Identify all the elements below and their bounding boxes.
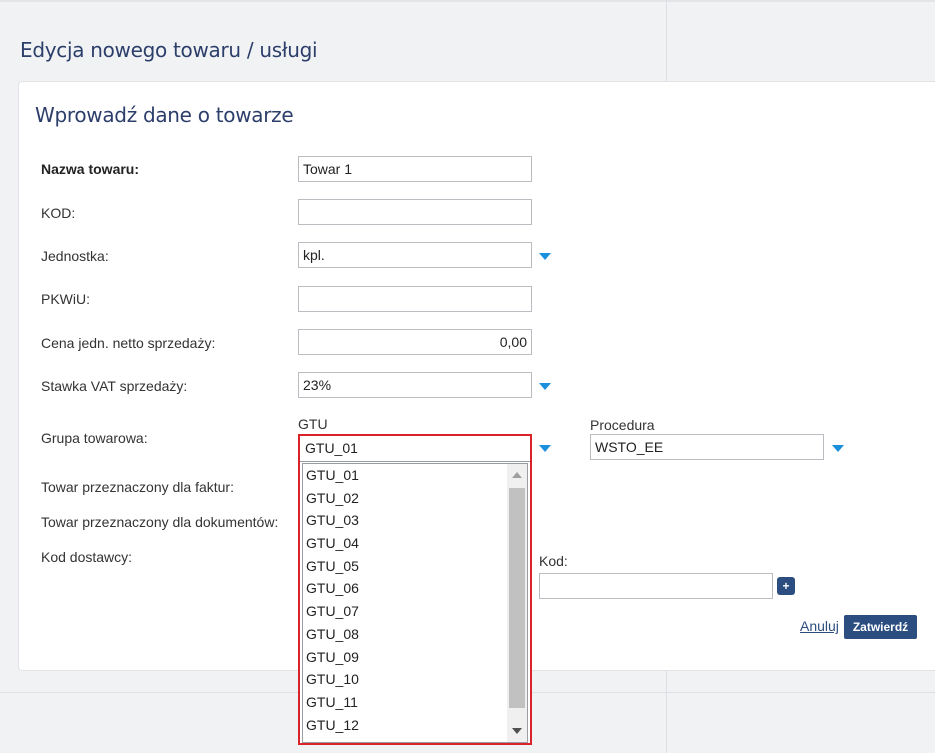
unit-label: Jednostka: bbox=[41, 248, 109, 264]
price-input[interactable]: 0,00 bbox=[298, 329, 532, 355]
procedure-label: Procedura bbox=[590, 417, 655, 433]
pkwiu-input[interactable] bbox=[298, 286, 532, 312]
supplier-code-label: Kod dostawcy: bbox=[41, 549, 133, 565]
for-documents-label: Towar przeznaczony dla dokumentów: bbox=[41, 514, 279, 530]
gtu-option[interactable]: GTU_12 bbox=[303, 714, 509, 737]
for-invoices-label: Towar przeznaczony dla faktur: bbox=[41, 479, 234, 495]
add-supplier-code-button[interactable]: + bbox=[777, 577, 795, 595]
gtu-dropdown[interactable]: GTU_01 GTU_01 GTU_02 GTU_03 GTU_04 GTU_05 GTU… bbox=[298, 434, 532, 745]
vat-dropdown-arrow-icon[interactable] bbox=[539, 383, 551, 390]
gtu-option[interactable]: GTU_09 bbox=[303, 646, 509, 669]
name-label: Nazwa towaru: bbox=[41, 161, 140, 177]
kod-label: Kod: bbox=[539, 553, 568, 569]
gtu-option[interactable]: GTU_07 bbox=[303, 600, 509, 623]
code-input[interactable] bbox=[298, 199, 532, 225]
gtu-option[interactable]: GTU_02 bbox=[303, 487, 509, 510]
unit-select[interactable]: kpl. bbox=[298, 242, 532, 268]
procedure-select[interactable]: WSTO_EE bbox=[590, 434, 824, 460]
name-input[interactable]: Towar 1 bbox=[298, 156, 532, 182]
gtu-option[interactable]: GTU_13 bbox=[303, 736, 509, 742]
group-label: Grupa towarowa: bbox=[41, 430, 148, 446]
page-title: Edycja nowego towaru / usługi bbox=[20, 38, 318, 62]
vat-label: Stawka VAT sprzedaży: bbox=[41, 378, 188, 394]
unit-dropdown-arrow-icon[interactable] bbox=[539, 253, 551, 260]
gtu-options: GTU_01 GTU_02 GTU_03 GTU_04 GTU_05 GTU_06 GTU_… bbox=[303, 464, 509, 742]
gtu-option[interactable]: GTU_01 bbox=[303, 464, 509, 487]
gtu-selected-value[interactable]: GTU_01 bbox=[300, 436, 530, 462]
gtu-option[interactable]: GTU_04 bbox=[303, 532, 509, 555]
kod-input[interactable] bbox=[539, 573, 773, 599]
vat-select[interactable]: 23% bbox=[298, 372, 532, 398]
procedure-dropdown-arrow-icon[interactable] bbox=[832, 445, 844, 452]
scroll-up-arrow-icon[interactable] bbox=[512, 472, 522, 478]
gtu-option[interactable]: GTU_06 bbox=[303, 577, 509, 600]
gtu-option[interactable]: GTU_08 bbox=[303, 623, 509, 646]
section-title: Wprowadź dane o towarze bbox=[35, 103, 294, 127]
cancel-link[interactable]: Anuluj bbox=[800, 618, 839, 634]
gtu-option[interactable]: GTU_11 bbox=[303, 691, 509, 714]
pkwiu-label: PKWiU: bbox=[41, 291, 90, 307]
confirm-button[interactable]: Zatwierdź bbox=[844, 615, 917, 639]
gtu-options-list[interactable]: GTU_01 GTU_02 GTU_03 GTU_04 GTU_05 GTU_06 GTU_… bbox=[302, 463, 528, 743]
scroll-down-arrow-icon[interactable] bbox=[512, 728, 522, 734]
gtu-dropdown-arrow-icon[interactable] bbox=[539, 445, 551, 452]
gtu-scrollbar[interactable] bbox=[507, 464, 527, 742]
gtu-option[interactable]: GTU_03 bbox=[303, 509, 509, 532]
top-strip bbox=[0, 0, 935, 2]
code-label: KOD: bbox=[41, 205, 76, 221]
gtu-label: GTU bbox=[298, 416, 328, 432]
gtu-option[interactable]: GTU_10 bbox=[303, 668, 509, 691]
scroll-thumb[interactable] bbox=[509, 488, 525, 708]
gtu-option[interactable]: GTU_05 bbox=[303, 555, 509, 578]
price-label: Cena jedn. netto sprzedaży: bbox=[41, 335, 216, 351]
